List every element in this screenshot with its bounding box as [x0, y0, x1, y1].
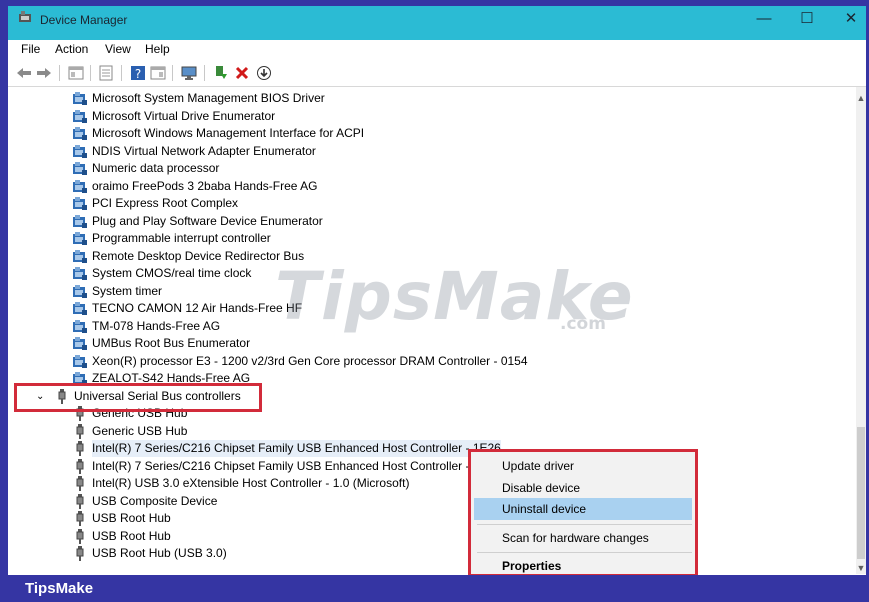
- menu-action[interactable]: Action: [55, 42, 88, 56]
- usb-device-icon: [72, 476, 88, 491]
- device-label: Xeon(R) processor E3 - 1200 v2/3rd Gen C…: [92, 353, 528, 368]
- device-manager-window: Device Manager — ☐ ✕ File Action View He…: [0, 0, 869, 602]
- device-label: USB Composite Device: [92, 493, 218, 508]
- menu-view[interactable]: View: [105, 42, 131, 56]
- device-label: UMBus Root Bus Enumerator: [92, 336, 251, 350]
- scroll-up-icon[interactable]: ▲: [856, 93, 866, 103]
- system-device-icon: [72, 196, 88, 211]
- title-bar: Device Manager — ☐ ✕: [0, 0, 869, 40]
- toolbar-separator: [121, 65, 122, 81]
- system-device-icon: [72, 249, 88, 264]
- close-button[interactable]: ✕: [834, 6, 868, 32]
- context-disable-device[interactable]: Disable device: [474, 477, 692, 499]
- menu-help[interactable]: Help: [145, 42, 170, 56]
- device-label: Programmable interrupt controller: [92, 231, 271, 245]
- device-label: Microsoft Windows Management Interface f…: [92, 126, 365, 140]
- system-device-icon: [72, 144, 88, 159]
- device-label: Microsoft System Management BIOS Driver: [92, 91, 325, 105]
- context-update-driver[interactable]: Update driver: [474, 455, 692, 477]
- device-label: Remote Desktop Device Redirector Bus: [92, 248, 305, 263]
- system-device-icon: [72, 266, 88, 281]
- device-label: oraimo FreePods 3 2baba Hands-Free AG: [92, 178, 318, 193]
- toolbar-separator: [59, 65, 60, 81]
- minimize-button[interactable]: —: [747, 6, 781, 32]
- update-driver-icon[interactable]: [213, 65, 229, 81]
- system-device-icon: [72, 336, 88, 351]
- uninstall-icon[interactable]: [234, 65, 250, 81]
- device-label: TM-078 Hands-Free AG: [92, 318, 221, 333]
- device-label: Generic USB Hub: [92, 423, 188, 438]
- svg-text:?: ?: [135, 67, 141, 81]
- footer-bar: TipsMake: [0, 575, 869, 602]
- device-label: Intel(R) 7 Series/C216 Chipset Family US…: [92, 440, 501, 457]
- device-label: Numeric data processor: [92, 161, 220, 175]
- context-separator: [477, 552, 692, 553]
- back-arrow-icon[interactable]: [16, 65, 32, 81]
- device-label: Intel(R) USB 3.0 eXtensible Host Control…: [92, 476, 410, 490]
- toolbar-separator: [90, 65, 91, 81]
- frame-border-top: [0, 0, 869, 6]
- context-uninstall-device[interactable]: Uninstall device: [474, 498, 692, 520]
- footer-brand: TipsMake: [25, 580, 94, 597]
- forward-arrow-icon[interactable]: [36, 65, 52, 81]
- usb-device-icon: [72, 458, 88, 474]
- device-label: USB Root Hub: [92, 528, 171, 543]
- system-device-icon: [72, 354, 88, 369]
- usb-device-icon: [72, 528, 88, 544]
- usb-device-icon: [72, 546, 88, 561]
- system-device-icon: [72, 319, 88, 334]
- toolbar-separator: [204, 65, 205, 81]
- device-manager-icon: [19, 11, 31, 22]
- device-label: USB Root Hub: [92, 511, 171, 525]
- maximize-button[interactable]: ☐: [790, 6, 824, 32]
- system-device-icon: [72, 126, 88, 141]
- device-label: Microsoft Virtual Drive Enumerator: [92, 108, 276, 123]
- context-properties[interactable]: Properties: [474, 555, 692, 574]
- device-label: TECNO CAMON 12 Air Hands-Free HF: [92, 301, 303, 315]
- usb-category-highlight: [14, 383, 262, 412]
- menu-file[interactable]: File: [21, 42, 40, 56]
- menu-bar: File Action View Help: [8, 40, 866, 60]
- usb-device-icon: [72, 423, 88, 439]
- window-title: Device Manager: [40, 13, 128, 27]
- system-device-icon: [72, 214, 88, 229]
- usb-device-icon: [72, 511, 88, 526]
- device-label: PCI Express Root Complex: [92, 196, 239, 210]
- vertical-scrollbar[interactable]: ▲ ▼: [856, 87, 866, 574]
- device-label: NDIS Virtual Network Adapter Enumerator: [92, 143, 316, 158]
- context-scan-hardware[interactable]: Scan for hardware changes: [474, 527, 692, 549]
- scrollbar-thumb[interactable]: [857, 427, 865, 559]
- usb-device-icon: [72, 493, 88, 509]
- scroll-down-icon[interactable]: ▼: [856, 563, 866, 573]
- show-hide-tree-icon[interactable]: [68, 65, 84, 81]
- toolbar-separator: [172, 65, 173, 81]
- toolbar: ?: [8, 60, 866, 87]
- system-device-icon: [72, 284, 88, 299]
- context-menu: Update driver Disable device Uninstall d…: [468, 449, 698, 577]
- system-device-icon: [72, 231, 88, 246]
- help-icon[interactable]: ?: [130, 65, 146, 81]
- system-device-icon: [72, 109, 88, 124]
- system-device-icon: [72, 301, 88, 316]
- device-label: System timer: [92, 283, 163, 298]
- system-device-icon: [72, 179, 88, 194]
- system-device-icon: [72, 91, 88, 106]
- monitor-icon[interactable]: [181, 65, 197, 81]
- view-icon[interactable]: [150, 65, 166, 81]
- download-icon[interactable]: [256, 65, 272, 81]
- device-label: System CMOS/real time clock: [92, 266, 252, 280]
- device-label: USB Root Hub (USB 3.0): [92, 546, 227, 560]
- usb-device-icon: [72, 441, 88, 456]
- context-separator: [477, 524, 692, 525]
- system-device-icon: [72, 161, 88, 176]
- properties-icon[interactable]: [98, 65, 114, 81]
- device-label: Intel(R) 7 Series/C216 Chipset Family US…: [92, 458, 503, 473]
- frame-border-left: [0, 0, 8, 602]
- watermark-suffix: .com: [560, 314, 606, 334]
- device-label: Plug and Play Software Device Enumerator: [92, 213, 323, 228]
